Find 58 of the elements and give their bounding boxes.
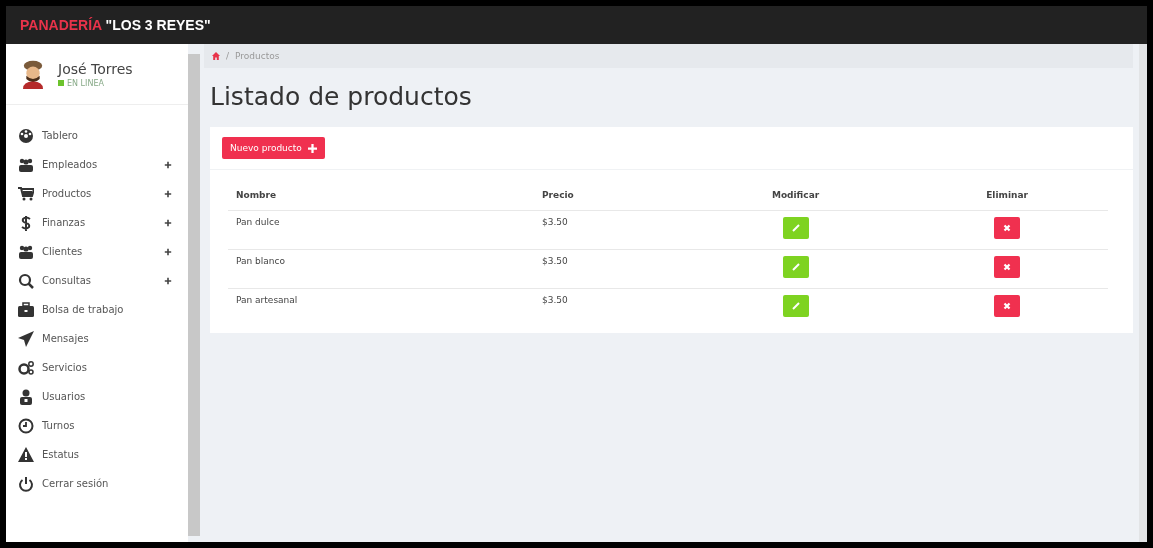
- pencil-icon: [790, 301, 801, 311]
- menu-item[interactable]: Estatus: [6, 440, 188, 469]
- table-cell: $3.50: [534, 210, 685, 250]
- menu-item[interactable]: Clientes: [6, 237, 188, 266]
- new-product-button[interactable]: Nuevo producto: [222, 137, 325, 159]
- users-icon: [18, 156, 34, 173]
- scrollbar[interactable]: [1139, 44, 1147, 542]
- close-icon: [1002, 262, 1013, 272]
- plus-icon[interactable]: [164, 276, 172, 285]
- close-icon: [1002, 301, 1013, 311]
- cart-icon: [18, 185, 34, 202]
- user-status: EN LINEA: [67, 78, 104, 88]
- column-header: Precio: [534, 190, 685, 211]
- breadcrumb-separator: /: [226, 51, 230, 61]
- plus-icon[interactable]: [164, 160, 172, 169]
- menu-item[interactable]: Tablero: [6, 121, 188, 150]
- users-icon: [18, 243, 34, 260]
- plus-icon[interactable]: [164, 218, 172, 227]
- column-header: Nombre: [228, 190, 534, 211]
- user-name: José Torres: [58, 60, 133, 77]
- pencil-icon: [790, 262, 801, 272]
- brand-title[interactable]: PANADERÍA "LOS 3 REYES": [20, 17, 211, 33]
- power-icon: [18, 475, 34, 492]
- menu-item[interactable]: Usuarios: [6, 382, 188, 411]
- home-icon[interactable]: [212, 52, 220, 60]
- search-icon: [18, 272, 34, 289]
- plus-icon: [307, 143, 317, 153]
- delete-button[interactable]: [994, 295, 1021, 317]
- plus-icon[interactable]: [164, 247, 172, 256]
- table-cell: $3.50: [534, 249, 685, 289]
- delete-button[interactable]: [994, 217, 1021, 239]
- scrollbar[interactable]: [188, 54, 200, 536]
- menu-item[interactable]: Productos: [6, 179, 188, 208]
- menu-item[interactable]: Turnos: [6, 411, 188, 440]
- briefcase-icon: [18, 301, 34, 318]
- warning-icon: [18, 446, 34, 463]
- menu-item[interactable]: Cerrar sesión: [6, 469, 188, 498]
- delete-button[interactable]: [994, 256, 1021, 278]
- menu-item[interactable]: Finanzas: [6, 208, 188, 237]
- table-cell: $3.50: [534, 288, 685, 327]
- column-header: Modificar: [685, 190, 907, 211]
- page-title: Listado de productos: [210, 82, 473, 111]
- plus-icon[interactable]: [164, 189, 172, 198]
- menu-item[interactable]: Empleados: [6, 150, 188, 179]
- menu-item[interactable]: Servicios: [6, 353, 188, 382]
- menu-item[interactable]: Bolsa de trabajo: [6, 295, 188, 324]
- pencil-icon: [790, 223, 801, 233]
- menu-item[interactable]: Consultas: [6, 266, 188, 295]
- table-cell: Pan dulce: [228, 210, 534, 250]
- clock-icon: [18, 417, 34, 434]
- gears-icon: [18, 359, 34, 376]
- menu-item[interactable]: Mensajes: [6, 324, 188, 353]
- table-cell: Pan artesanal: [228, 288, 534, 327]
- table-cell: Pan blanco: [228, 249, 534, 289]
- close-icon: [1002, 223, 1013, 233]
- column-header: Eliminar: [906, 190, 1108, 211]
- dashboard-icon: [18, 127, 34, 144]
- paper-plane-icon: [18, 330, 34, 347]
